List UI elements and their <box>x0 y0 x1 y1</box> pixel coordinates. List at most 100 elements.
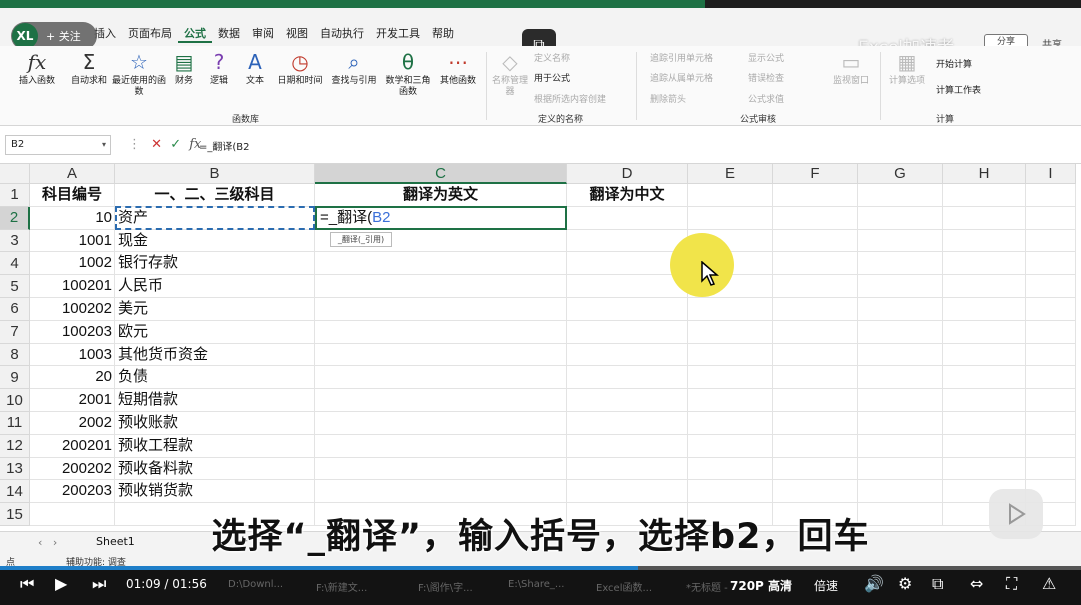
remove-arrows-button[interactable]: 删除箭头 <box>650 94 686 106</box>
table-cell[interactable] <box>567 275 688 298</box>
next-icon[interactable]: ⏭ <box>92 574 106 594</box>
table-cell[interactable] <box>567 389 688 412</box>
table-cell[interactable] <box>1026 412 1076 435</box>
table-cell[interactable]: 其他货币资金 <box>115 343 315 367</box>
column-header-g[interactable]: G <box>858 164 943 184</box>
table-cell[interactable] <box>943 412 1026 435</box>
table-cell[interactable]: 100203 <box>30 320 115 344</box>
table-cell[interactable] <box>315 412 567 435</box>
menu-help[interactable]: 帮助 <box>426 27 460 43</box>
table-cell[interactable] <box>567 412 688 435</box>
table-cell[interactable] <box>1026 343 1076 367</box>
table-cell[interactable]: 短期借款 <box>115 389 315 412</box>
table-cell[interactable] <box>773 252 858 276</box>
insert-function-button[interactable]: fx 插入函数 <box>12 50 62 87</box>
header-cell[interactable] <box>773 184 858 207</box>
table-cell[interactable] <box>688 320 773 344</box>
cancel-icon[interactable]: ✕ <box>151 137 162 152</box>
table-cell[interactable]: 美元 <box>115 298 315 321</box>
table-cell[interactable]: 负债 <box>115 366 315 390</box>
header-cell[interactable]: 翻译为中文 <box>567 184 688 207</box>
name-box[interactable]: B2 ▾ <box>5 135 111 155</box>
table-cell[interactable] <box>858 298 943 321</box>
header-cell[interactable]: 翻译为英文 <box>315 184 567 207</box>
header-cell[interactable] <box>688 184 773 207</box>
table-cell[interactable]: 2002 <box>30 412 115 435</box>
table-cell[interactable] <box>773 298 858 321</box>
calculate-sheet-button[interactable]: 计算工作表 <box>936 85 981 97</box>
table-cell[interactable]: 银行存款 <box>115 252 315 276</box>
text-button[interactable]: A 文本 <box>240 50 270 87</box>
table-cell[interactable] <box>858 206 943 230</box>
logical-button[interactable]: ? 逻辑 <box>204 50 234 87</box>
row-header[interactable]: 5 <box>0 275 30 298</box>
table-cell[interactable] <box>773 480 858 504</box>
date-time-button[interactable]: ◷ 日期和时间 <box>274 50 326 87</box>
table-cell[interactable] <box>1026 457 1076 481</box>
table-cell[interactable] <box>567 320 688 344</box>
speed-button[interactable]: 倍速 <box>814 577 838 594</box>
menu-view[interactable]: 视图 <box>280 27 314 43</box>
calc-options-button[interactable]: ▦ 计算选项 <box>884 50 930 87</box>
table-cell[interactable] <box>858 229 943 253</box>
trace-precedents-button[interactable]: 追踪引用单元格 <box>650 53 713 65</box>
menu-review[interactable]: 审阅 <box>246 27 280 43</box>
function-argument-tooltip[interactable]: _翻译(_引用) <box>330 232 392 247</box>
header-cell[interactable]: 科目编号 <box>30 184 115 207</box>
table-cell[interactable] <box>688 457 773 481</box>
table-cell[interactable]: 现金 <box>115 229 315 253</box>
menu-formulas[interactable]: 公式 <box>178 27 212 43</box>
row-header[interactable]: 13 <box>0 457 30 481</box>
column-header-e[interactable]: E <box>688 164 773 184</box>
column-header-b[interactable]: B <box>115 164 315 184</box>
watch-window-button[interactable]: ▭ 监视窗口 <box>826 50 876 87</box>
trace-dependents-button[interactable]: 追踪从属单元格 <box>650 73 713 85</box>
row-header[interactable]: 8 <box>0 343 30 367</box>
table-cell[interactable] <box>1026 320 1076 344</box>
volume-icon[interactable]: 🔊 <box>864 574 884 593</box>
table-cell[interactable] <box>773 389 858 412</box>
table-cell[interactable]: 10 <box>30 206 115 230</box>
row-header[interactable]: 10 <box>0 389 30 412</box>
table-cell[interactable] <box>943 320 1026 344</box>
table-cell[interactable] <box>773 412 858 435</box>
table-cell[interactable] <box>943 434 1026 458</box>
table-cell[interactable] <box>773 343 858 367</box>
table-cell[interactable] <box>567 298 688 321</box>
column-header-i[interactable]: I <box>1026 164 1076 184</box>
table-cell[interactable] <box>858 343 943 367</box>
table-cell[interactable] <box>315 389 567 412</box>
row-header[interactable]: 7 <box>0 320 30 344</box>
fullscreen-icon[interactable]: ⛶ <box>1006 574 1017 594</box>
table-cell[interactable] <box>688 366 773 390</box>
table-cell[interactable] <box>315 298 567 321</box>
table-cell[interactable] <box>943 366 1026 390</box>
table-cell[interactable] <box>773 275 858 298</box>
row-header[interactable]: 11 <box>0 412 30 435</box>
table-cell[interactable]: 1002 <box>30 252 115 276</box>
table-cell[interactable]: 人民币 <box>115 275 315 298</box>
header-cell[interactable]: 一、二、三级科目 <box>115 184 315 207</box>
table-cell[interactable] <box>858 366 943 390</box>
use-in-formula-button[interactable]: 用于公式 <box>534 73 570 85</box>
table-cell[interactable]: 1001 <box>30 229 115 253</box>
header-cell[interactable] <box>858 184 943 207</box>
table-cell[interactable]: 预收工程款 <box>115 434 315 458</box>
table-cell[interactable] <box>688 412 773 435</box>
table-cell[interactable] <box>567 206 688 230</box>
row-header[interactable]: 9 <box>0 366 30 390</box>
column-header-a[interactable]: A <box>30 164 115 184</box>
table-cell[interactable] <box>773 457 858 481</box>
table-cell[interactable]: 100202 <box>30 298 115 321</box>
row-header[interactable]: 1 <box>0 184 30 207</box>
table-cell[interactable]: 预收备料款 <box>115 457 315 481</box>
menu-developer[interactable]: 开发工具 <box>370 27 426 43</box>
table-cell[interactable] <box>858 389 943 412</box>
table-cell[interactable] <box>943 389 1026 412</box>
autosum-button[interactable]: Σ 自动求和 <box>66 50 112 87</box>
table-cell[interactable] <box>688 480 773 504</box>
table-cell[interactable] <box>1026 206 1076 230</box>
previous-icon[interactable]: ⏮ <box>20 574 34 594</box>
recently-used-button[interactable]: ☆ 最近使用的函数 <box>112 50 166 98</box>
table-cell[interactable] <box>567 457 688 481</box>
